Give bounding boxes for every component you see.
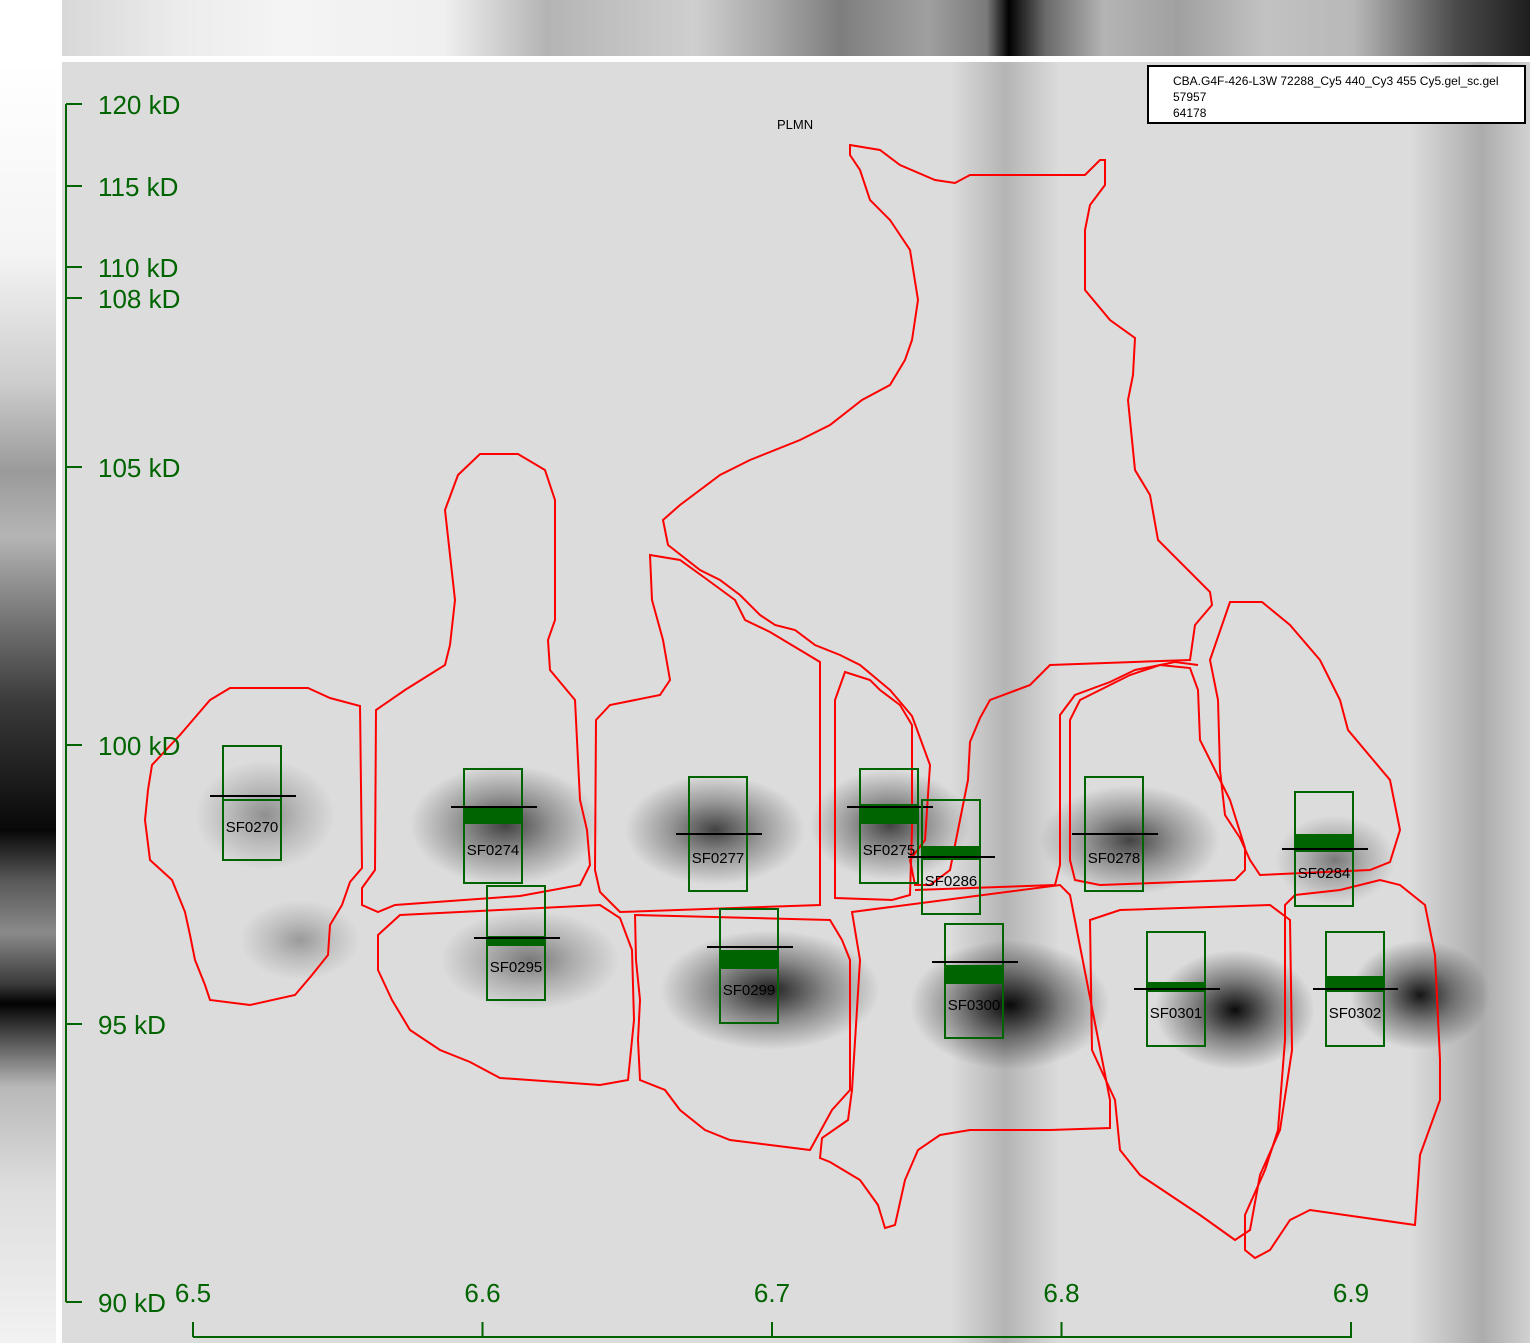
y-axis-tick-label: 90 kD [98,1288,166,1318]
y-axis-tick-label: 95 kD [98,1010,166,1040]
gel-blob [1040,785,1220,895]
gel-blob [1350,940,1490,1050]
spot-label: SF0302 [1329,1005,1382,1022]
x-axis-tick-label: 6.6 [464,1278,500,1308]
spot-label: SF0278 [1088,850,1141,867]
y-axis-tick-label: 105 kD [98,453,180,483]
spot-label: SF0299 [723,982,776,999]
spot-bar [720,950,778,969]
gel-background [62,62,1530,1343]
spot-label: SF0275 [863,842,916,859]
y-axis-tick-label: 100 kD [98,731,180,761]
y-axis-tick-label: 110 kD [98,253,178,283]
y-axis-tick-label: 115 kD [98,172,178,202]
gel-blob [410,765,600,885]
top-intensity-strip [62,0,1530,56]
spot-label: SF0295 [490,959,543,976]
x-axis-tick-label: 6.7 [754,1278,790,1308]
spot-label: SF0270 [226,819,279,836]
legend-box: CBA.G4F-426-L3W 72288_Cy5 440_Cy3 455 Cy… [1147,65,1526,124]
spot-label: SF0300 [948,997,1001,1014]
spot-bar [223,799,281,801]
gel-image: SF0270 SF0274 SF0277 SF0275 SF0286 SF0278 SF02… [62,62,1530,1343]
x-axis-tick-label: 6.5 [175,1278,211,1308]
spot-label: SF0277 [692,850,745,867]
x-axis-tick-label: 6.9 [1333,1278,1369,1308]
spot-label: SF0286 [925,873,978,890]
gel-blob [910,940,1110,1070]
gel-vertical-band-right [1410,62,1530,1343]
spot-label: SF0284 [1298,865,1351,882]
legend-line-3: 64178 [1173,106,1207,120]
spot-label: SF0274 [467,842,520,859]
gel-blob [625,775,805,885]
x-axis-tick-label: 6.8 [1043,1278,1079,1308]
left-intensity-strip [0,62,56,1343]
legend-line-2: 57957 [1173,90,1207,104]
spot-bar [1147,982,1205,992]
gel-blob [240,900,360,980]
gel-blob [195,760,335,870]
gel-vertical-band [950,62,1060,1343]
y-axis-tick-label: 120 kD [98,90,180,120]
legend-line-1: CBA.G4F-426-L3W 72288_Cy5 440_Cy3 455 Cy… [1173,74,1499,88]
spot-bar [945,965,1003,984]
y-axis-tick-label: 108 kD [98,284,180,314]
spot-bar [464,806,522,824]
protein-label: PLMN [777,117,813,132]
spot-label: SF0301 [1150,1005,1203,1022]
